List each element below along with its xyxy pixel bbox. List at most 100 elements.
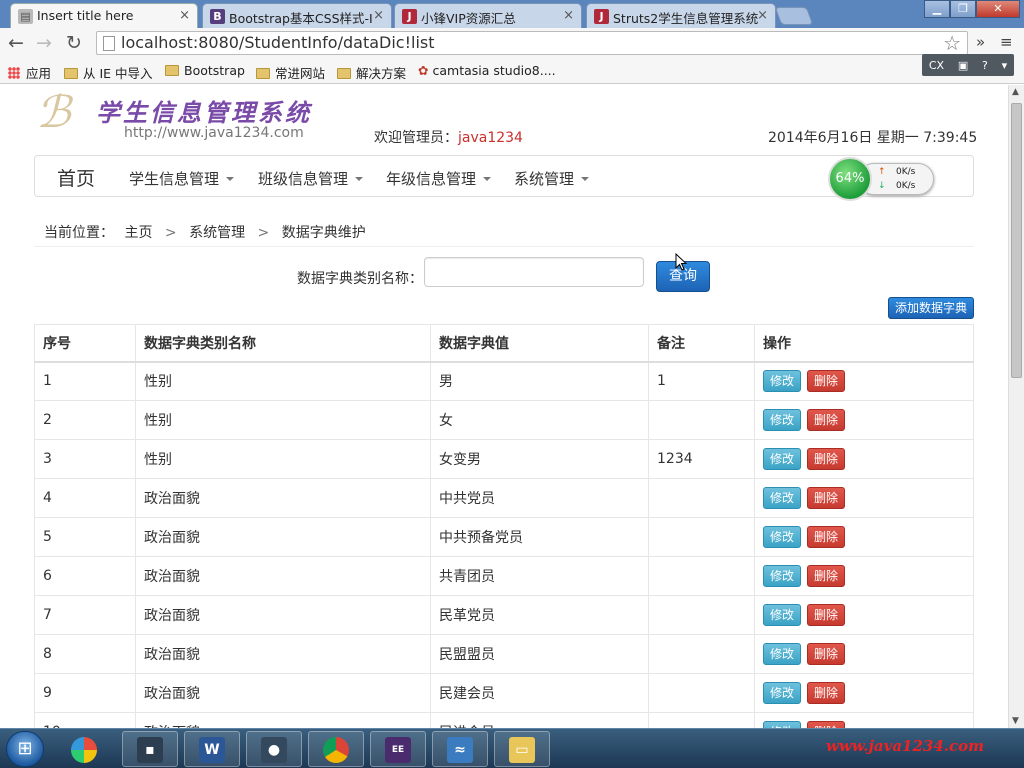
- edit-button[interactable]: 修改: [763, 565, 801, 587]
- cpu-percent-ball: 64%: [828, 157, 872, 201]
- address-bar[interactable]: localhost:8080/StudentInfo/dataDic!list …: [96, 31, 968, 55]
- edit-button[interactable]: 修改: [763, 370, 801, 393]
- taskbar-app-recorder[interactable]: ●: [246, 731, 302, 767]
- tab-label: Bootstrap基本CSS样式-I: [229, 11, 373, 26]
- welcome-prefix: 欢迎管理员：: [374, 130, 458, 146]
- tab-label: Struts2学生信息管理系统: [613, 11, 759, 26]
- extension-cx[interactable]: CX: [929, 59, 944, 72]
- table-row: 9 政治面貌 民建会员 修改 删除: [34, 673, 974, 713]
- delete-button[interactable]: 删除: [807, 526, 845, 548]
- bookmark-camtasia[interactable]: ✿ camtasia studio8....: [418, 63, 556, 78]
- folder-icon: [165, 65, 179, 76]
- table-row: 5 政治面貌 中共预备党员 修改 删除: [34, 517, 974, 557]
- new-tab-button[interactable]: [774, 7, 814, 25]
- bookmark-common-sites[interactable]: 常进网站: [256, 63, 325, 82]
- cell-no: 3: [34, 439, 136, 479]
- breadcrumb-system-admin[interactable]: 系统管理: [189, 225, 245, 241]
- upload-arrow-icon: ↑: [878, 167, 886, 177]
- forward-icon[interactable]: →: [36, 32, 52, 54]
- delete-button[interactable]: 删除: [807, 370, 845, 393]
- tab-bootstrap-css[interactable]: B Bootstrap基本CSS样式-I ×: [202, 3, 392, 28]
- bookmark-import-ie[interactable]: 从 IE 中导入: [64, 63, 153, 82]
- edit-button[interactable]: 修改: [763, 604, 801, 626]
- taskbar-app-explorer[interactable]: ▭: [494, 731, 550, 767]
- category-search-input[interactable]: [424, 257, 644, 287]
- close-tab-icon[interactable]: ×: [373, 8, 384, 23]
- menu-icon[interactable]: ≡: [1000, 33, 1013, 51]
- delete-button[interactable]: 删除: [807, 643, 845, 665]
- col-header-category: 数据字典类别名称: [135, 324, 431, 363]
- delete-button[interactable]: 删除: [807, 604, 845, 626]
- taskbar-app-word[interactable]: W: [184, 731, 240, 767]
- close-tab-icon[interactable]: ×: [179, 8, 190, 23]
- close-tab-icon[interactable]: ×: [757, 8, 768, 23]
- browser-toolbar: ← → ↻ localhost:8080/StudentInfo/dataDic…: [0, 28, 1024, 58]
- bookmark-bootstrap[interactable]: Bootstrap: [165, 63, 245, 78]
- cell-category: 性别: [135, 361, 431, 401]
- close-window-icon[interactable]: ✕: [976, 0, 1020, 18]
- recorder-icon: ●: [261, 736, 287, 763]
- delete-button[interactable]: 删除: [807, 682, 845, 704]
- cell-no: 8: [34, 634, 136, 674]
- help-icon[interactable]: ?: [982, 59, 988, 72]
- breadcrumb-home[interactable]: 主页: [124, 225, 152, 241]
- delete-button[interactable]: 删除: [807, 409, 845, 431]
- cell-value: 民革党员: [430, 595, 649, 635]
- terminal-icon: ▪: [137, 736, 163, 763]
- minimize-icon[interactable]: ▁: [924, 0, 950, 18]
- taskbar-app-mysql[interactable]: ≈: [432, 731, 488, 767]
- tab-insert-title[interactable]: ▤ Insert title here ×: [10, 3, 198, 29]
- edit-button[interactable]: 修改: [763, 682, 801, 704]
- breadcrumb-separator: >: [164, 225, 177, 241]
- caret-down-icon: [226, 177, 235, 181]
- nav-grade-info[interactable]: 年级信息管理: [386, 168, 492, 189]
- scroll-down-icon[interactable]: ▼: [1012, 716, 1019, 726]
- taskbar-app-colorful[interactable]: [56, 731, 112, 767]
- nav-home[interactable]: 首页: [57, 164, 95, 191]
- add-data-dic-button[interactable]: 添加数据字典: [888, 297, 974, 319]
- cell-value: 男: [430, 361, 649, 401]
- edit-button[interactable]: 修改: [763, 448, 801, 470]
- col-header-value: 数据字典值: [430, 324, 649, 363]
- cell-actions: 修改删除: [754, 556, 974, 596]
- network-monitor-widget[interactable]: ↑ 0K/s ↓ 0K/s 64%: [828, 157, 936, 201]
- taskbar-app-chrome[interactable]: [308, 731, 364, 767]
- overflow-chevron-icon[interactable]: »: [976, 33, 985, 51]
- tab-struts2-system[interactable]: J Struts2学生信息管理系统 ×: [586, 3, 776, 28]
- taskbar-app-javaee-ide[interactable]: EE: [370, 731, 426, 767]
- nav-student-info[interactable]: 学生信息管理: [129, 168, 235, 189]
- reload-icon[interactable]: ↻: [66, 32, 82, 54]
- chevron-down-icon[interactable]: ▾: [1002, 59, 1008, 72]
- delete-button[interactable]: 删除: [807, 565, 845, 587]
- edit-button[interactable]: 修改: [763, 643, 801, 665]
- current-datetime: 2014年6月16日 星期一 7:39:45: [768, 130, 978, 146]
- scroll-up-icon[interactable]: ▲: [1012, 87, 1019, 97]
- tab-vip-resources[interactable]: J 小锋VIP资源汇总 ×: [394, 3, 582, 28]
- extension-q-icon[interactable]: ▣: [958, 59, 968, 72]
- bookmark-solutions[interactable]: 解决方案: [337, 63, 406, 82]
- edit-button[interactable]: 修改: [763, 487, 801, 509]
- edit-button[interactable]: 修改: [763, 721, 801, 728]
- edit-button[interactable]: 修改: [763, 526, 801, 548]
- delete-button[interactable]: 删除: [807, 487, 845, 509]
- caret-down-icon: [355, 177, 364, 181]
- java1234-icon: J: [594, 9, 609, 24]
- bookmark-apps[interactable]: 应用: [8, 63, 51, 82]
- scrollbar-thumb[interactable]: [1011, 103, 1022, 378]
- start-button[interactable]: ⊞: [6, 731, 44, 767]
- tab-label: 小锋VIP资源汇总: [421, 11, 516, 26]
- vertical-scrollbar[interactable]: ▲ ▼: [1008, 85, 1024, 728]
- nav-class-info[interactable]: 班级信息管理: [258, 168, 364, 189]
- maximize-icon[interactable]: ❐: [950, 0, 976, 18]
- window-controls: ▁ ❐ ✕: [924, 0, 1020, 18]
- bookmark-star-icon[interactable]: ☆: [943, 31, 961, 55]
- camtasia-icon: ✿: [418, 63, 429, 78]
- nav-system-admin[interactable]: 系统管理: [514, 168, 590, 189]
- taskbar-app-terminal[interactable]: ▪: [122, 731, 178, 767]
- close-tab-icon[interactable]: ×: [563, 8, 574, 23]
- edit-button[interactable]: 修改: [763, 409, 801, 431]
- back-icon[interactable]: ←: [8, 32, 24, 54]
- delete-button[interactable]: 删除: [807, 721, 845, 728]
- cell-remark: [648, 400, 755, 440]
- delete-button[interactable]: 删除: [807, 448, 845, 470]
